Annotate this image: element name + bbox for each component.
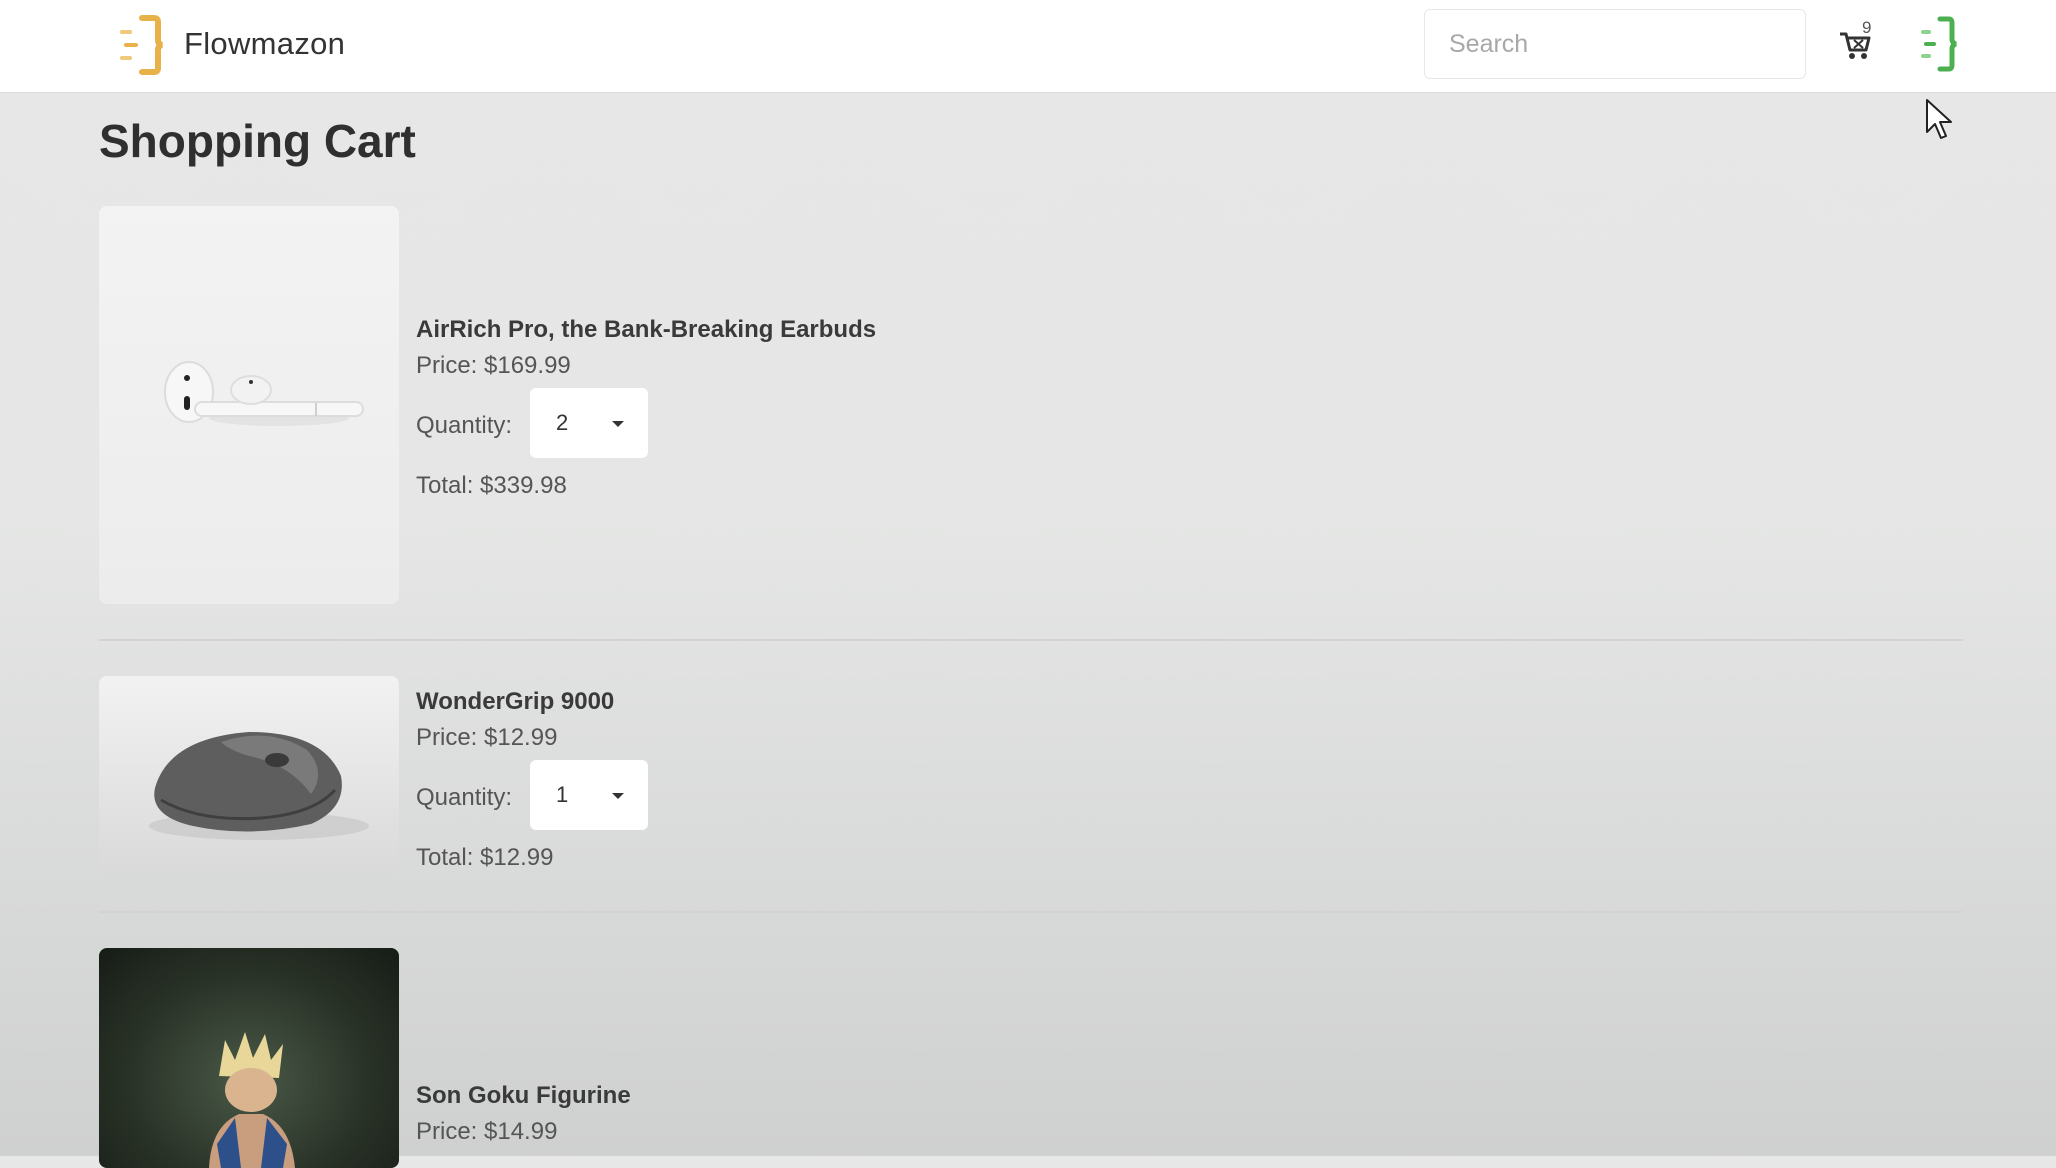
top-navbar: Flowmazon 9 — [0, 0, 2056, 93]
quantity-select[interactable]: 2 — [530, 388, 648, 458]
product-price: Price: $169.99 — [416, 352, 571, 379]
item-divider — [99, 639, 1963, 641]
item-divider — [99, 911, 1963, 913]
quantity-value: 1 — [556, 782, 569, 807]
mouse-image — [149, 732, 369, 840]
mouse-cursor-icon — [1926, 99, 1952, 139]
shopping-cart-icon[interactable] — [1836, 24, 1878, 64]
cart-item: AirRich Pro, the Bank-Breaking Earbuds P… — [99, 206, 1963, 606]
product-price: Price: $12.99 — [416, 724, 558, 751]
quantity-label: Quantity: — [416, 412, 513, 439]
quantity-label: Quantity: — [416, 784, 513, 811]
cart-item: WonderGrip 9000 Price: $12.99 Quantity: … — [99, 676, 1963, 876]
product-image-earbuds[interactable] — [99, 206, 399, 604]
product-name[interactable]: Son Goku Figurine — [416, 1082, 631, 1110]
product-name[interactable]: AirRich Pro, the Bank-Breaking Earbuds — [416, 316, 876, 344]
earbuds-image — [164, 361, 364, 426]
cart-count-badge: 9 — [1862, 18, 1872, 37]
product-image-figurine[interactable] — [99, 948, 399, 1168]
search-input[interactable] — [1424, 9, 1806, 79]
brand-name[interactable]: Flowmazon — [184, 26, 345, 62]
quantity-value: 2 — [556, 410, 569, 435]
product-image-mouse[interactable] — [99, 676, 399, 876]
profile-menu-icon[interactable] — [1920, 16, 1960, 72]
product-price: Price: $14.99 — [416, 1118, 558, 1145]
dropdown-caret-icon — [612, 421, 624, 427]
cart-item: Son Goku Figurine Price: $14.99 — [99, 948, 1963, 1168]
page-title: Shopping Cart — [99, 115, 416, 167]
product-name[interactable]: WonderGrip 9000 — [416, 688, 614, 716]
quantity-select[interactable]: 1 — [530, 760, 648, 830]
item-total: Total: $339.98 — [416, 472, 567, 499]
figurine-image — [209, 1032, 295, 1168]
flowmazon-logo-icon[interactable] — [118, 14, 168, 76]
item-total: Total: $12.99 — [416, 844, 554, 871]
dropdown-caret-icon — [612, 793, 624, 799]
